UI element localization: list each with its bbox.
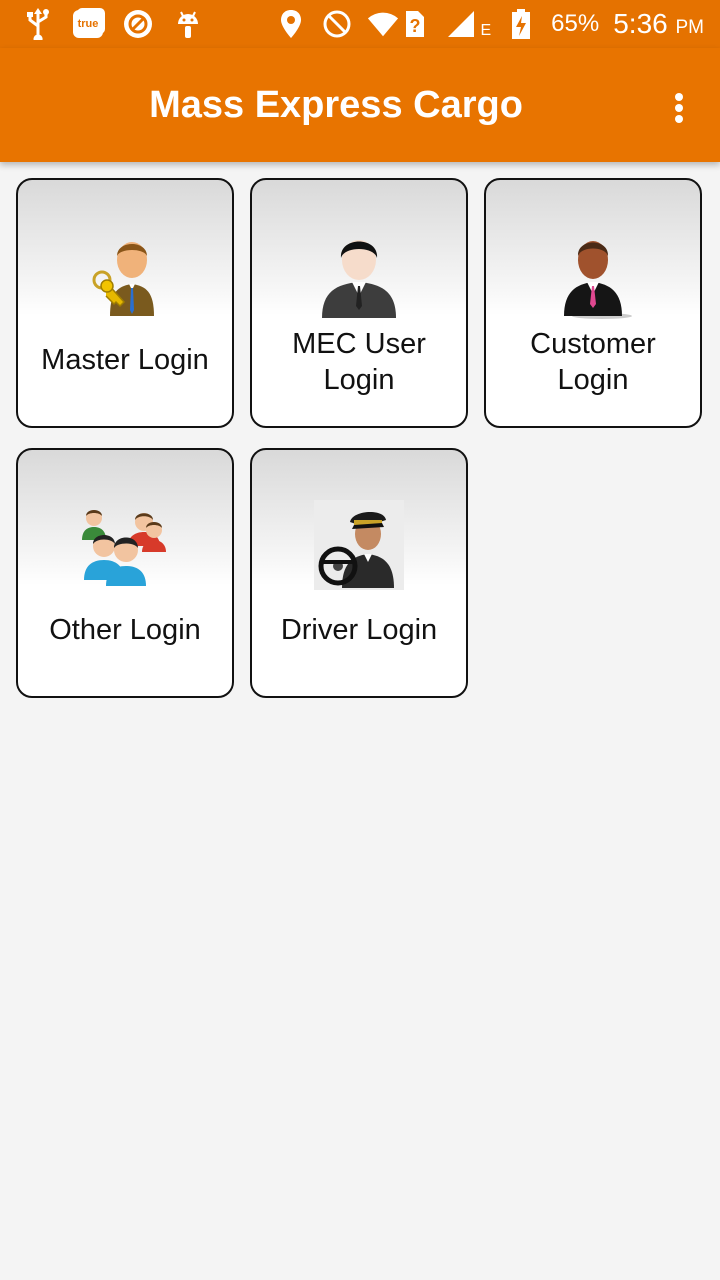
svg-text:?: ? <box>409 16 420 36</box>
battery-percent: 65% <box>551 10 600 37</box>
sim-question-icon: ? <box>399 8 431 40</box>
blocked-icon <box>122 8 154 40</box>
tile-label: MEC User Login <box>292 328 426 396</box>
battery-charging-icon <box>505 8 537 40</box>
true-app-icon: true <box>72 8 104 40</box>
carrier-badge-text: true <box>73 10 103 38</box>
status-bar: true ? E 65% 5:36 PM <box>0 0 720 48</box>
clock-time: 5:36 <box>613 8 668 39</box>
clock-suffix: PM <box>675 17 705 38</box>
tile-label: Driver Login <box>280 614 438 646</box>
do-not-disturb-icon <box>321 8 353 40</box>
master-login-button[interactable]: Master Login <box>16 178 234 428</box>
network-type: E <box>480 22 492 39</box>
location-icon <box>275 8 307 40</box>
signal-icon <box>445 8 477 40</box>
master-keys-user-icon <box>80 230 170 320</box>
business-user-icon <box>314 230 404 320</box>
tile-label: Master Login <box>41 344 209 376</box>
usb-icon <box>22 8 54 40</box>
customer-user-icon <box>548 230 638 320</box>
driver-steering-icon <box>314 500 404 590</box>
tile-label: Other Login <box>49 614 201 646</box>
tile-label: Customer Login <box>530 328 656 396</box>
customer-login-button[interactable]: Customer Login <box>484 178 702 428</box>
android-icon <box>172 8 204 40</box>
app-bar: Mass Express Cargo <box>0 48 720 162</box>
group-users-icon <box>80 500 170 590</box>
driver-login-button[interactable]: Driver Login <box>250 448 468 698</box>
app-title: Mass Express Cargo <box>149 84 523 126</box>
overflow-menu-icon[interactable] <box>664 88 694 128</box>
mec-user-login-button[interactable]: MEC User Login <box>250 178 468 428</box>
clock: 5:36 PM <box>613 8 704 40</box>
wifi-icon <box>367 8 399 40</box>
other-login-button[interactable]: Other Login <box>16 448 234 698</box>
